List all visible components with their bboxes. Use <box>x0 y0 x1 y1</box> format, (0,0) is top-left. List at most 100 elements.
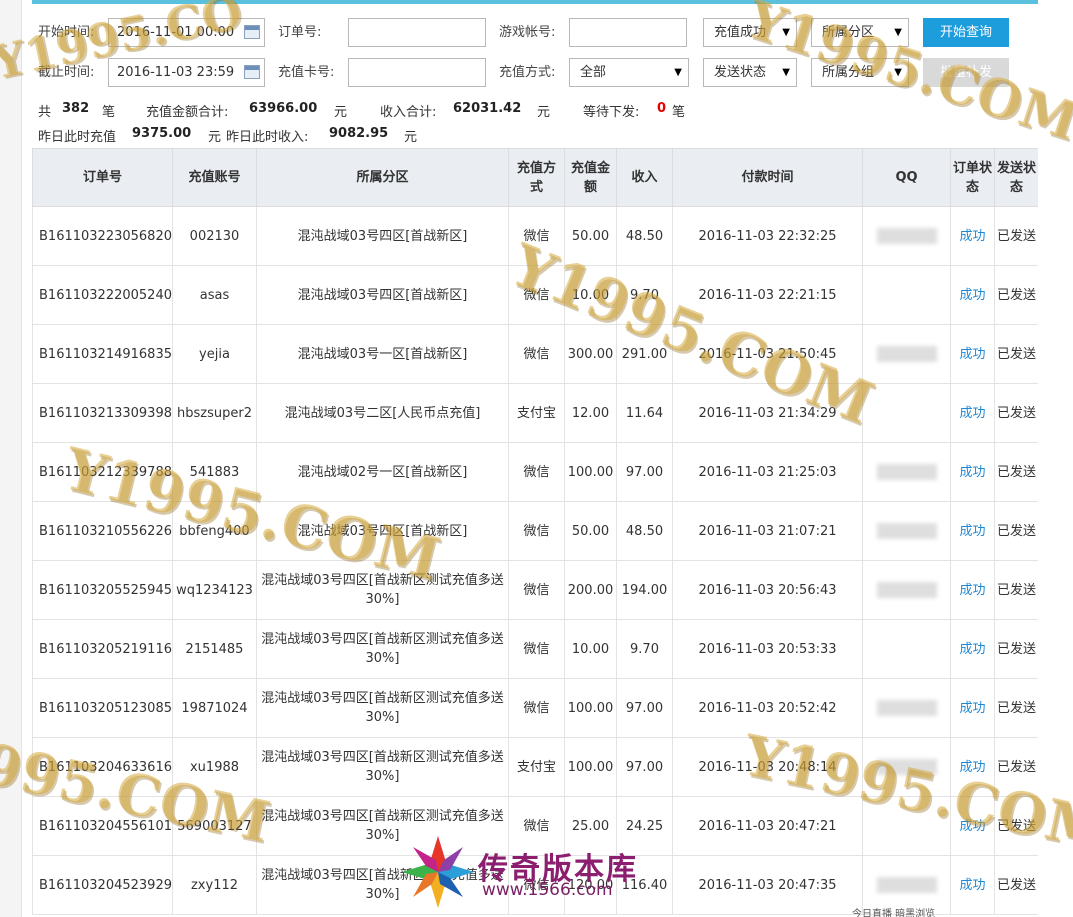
pay-time-cell: 2016-11-03 20:47:21 <box>672 796 863 856</box>
yuan-unit: 元 <box>537 105 551 120</box>
order-status-link[interactable]: 成功 <box>950 206 995 266</box>
redacted-qq <box>876 346 937 362</box>
order-status-link[interactable]: 成功 <box>950 383 995 443</box>
send-status-cell: 已发送 <box>994 442 1038 502</box>
income-cell: 291.00 <box>616 324 673 384</box>
table-row[interactable]: B161103213309398 hbszsuper2 混沌战域03号二区[人民币点… <box>32 383 1038 443</box>
income-total-value: 62031.42 <box>453 101 522 116</box>
recharge-status-select[interactable]: 充值成功 ▼ <box>703 18 797 47</box>
amount-cell: 100.00 <box>564 442 617 502</box>
calendar-icon[interactable] <box>244 25 260 39</box>
table-row[interactable]: B161103204633616 xu1988 混沌战域03号四区[首战新区测试充值… <box>32 737 1038 797</box>
amount-cell: 12.00 <box>564 383 617 443</box>
table-row[interactable]: B161103222005240 asas 混沌战域03号四区[首战新区] 微信 10.… <box>32 265 1038 325</box>
qq-cell <box>862 442 951 502</box>
recharge-card-input[interactable] <box>348 58 486 87</box>
account-cell: 002130 <box>172 206 257 266</box>
zone-cell: 混沌战域03号四区[首战新区测试充值多送30%] <box>256 560 509 620</box>
batch-resend-button[interactable]: 批量补发 <box>923 58 1009 87</box>
pay-method-label: 充值方式: <box>499 65 556 80</box>
redacted-qq <box>877 405 937 421</box>
start-time-input[interactable]: 2016-11-01 00:00 <box>108 18 265 47</box>
income-cell: 9.70 <box>616 619 673 679</box>
order-no-cell: B161103214916835 <box>32 324 173 384</box>
amount-cell: 100.00 <box>564 737 617 797</box>
order-status-link[interactable]: 成功 <box>950 324 995 384</box>
account-cell: wq1234123 <box>172 560 257 620</box>
income-cell: 11.64 <box>616 383 673 443</box>
redacted-qq <box>876 582 937 598</box>
pay-time-cell: 2016-11-03 21:07:21 <box>672 501 863 561</box>
end-time-input[interactable]: 2016-11-03 23:59 <box>108 58 265 87</box>
dropdown-arrow-icon: ▼ <box>782 67 790 78</box>
header-col-qq: QQ <box>862 148 951 207</box>
amount-cell: 50.00 <box>564 501 617 561</box>
pay-method-cell: 支付宝 <box>508 737 565 797</box>
table-row[interactable]: B161103205525945 wq1234123 混沌战域03号四区[首战新区测… <box>32 560 1038 620</box>
order-status-link[interactable]: 成功 <box>950 442 995 502</box>
header-col-pay-method: 充值方式 <box>508 148 565 207</box>
pay-time-cell: 2016-11-03 22:32:25 <box>672 206 863 266</box>
send-status-select[interactable]: 发送状态 ▼ <box>703 58 797 87</box>
income-cell: 48.50 <box>616 501 673 561</box>
pay-method-cell: 微信 <box>508 501 565 561</box>
send-status-cell: 已发送 <box>994 796 1038 856</box>
table-row[interactable]: B161103210556226 bbfeng400 混沌战域03号四区[首战新区]… <box>32 501 1038 561</box>
order-status-link[interactable]: 成功 <box>950 855 995 915</box>
order-status-link[interactable]: 成功 <box>950 560 995 620</box>
qq-cell <box>862 324 951 384</box>
bottom-tray: 今日直播 暗黑浏览 <box>852 909 936 917</box>
zone-cell: 混沌战域03号一区[首战新区] <box>256 324 509 384</box>
header-col-account: 充值账号 <box>172 148 257 207</box>
pending-suffix: 笔 <box>672 105 686 120</box>
pay-method-cell: 微信 <box>508 619 565 679</box>
order-no-cell: B161103222005240 <box>32 265 173 325</box>
recharge-card-label: 充值卡号: <box>278 65 335 80</box>
amount-cell: 10.00 <box>564 619 617 679</box>
zone-value: 所属分区 <box>822 25 875 40</box>
zone-select[interactable]: 所属分区 ▼ <box>811 18 909 47</box>
zone-cell: 混沌战域03号四区[首战新区测试充值多送30%] <box>256 619 509 679</box>
amount-cell: 10.00 <box>564 265 617 325</box>
order-status-link[interactable]: 成功 <box>950 501 995 561</box>
calendar-icon[interactable] <box>244 65 260 79</box>
send-status-cell: 已发送 <box>994 206 1038 266</box>
account-cell: xu1988 <box>172 737 257 797</box>
order-status-link[interactable]: 成功 <box>950 678 995 738</box>
table-row[interactable]: B161103205219116 2151485 混沌战域03号四区[首战新区测试充… <box>32 619 1038 679</box>
order-no-input[interactable] <box>348 18 486 47</box>
qq-cell <box>862 206 951 266</box>
game-account-label: 游戏帐号: <box>499 25 556 40</box>
order-status-link[interactable]: 成功 <box>950 796 995 856</box>
order-status-link[interactable]: 成功 <box>950 619 995 679</box>
pay-time-cell: 2016-11-03 20:53:33 <box>672 619 863 679</box>
table-row[interactable]: B161103223056820 002130 混沌战域03号四区[首战新区] 微信 5… <box>32 206 1038 266</box>
game-account-input[interactable] <box>569 18 687 47</box>
income-cell: 97.00 <box>616 678 673 738</box>
order-status-link[interactable]: 成功 <box>950 265 995 325</box>
table-row[interactable]: B161103205123085 19871024 混沌战域03号四区[首战新区测试… <box>32 678 1038 738</box>
redacted-qq <box>876 877 937 893</box>
group-select[interactable]: 所属分组 ▼ <box>811 58 909 87</box>
end-time-label: 截止时间: <box>38 65 95 80</box>
table-row[interactable]: B161103212339788 541883 混沌战域02号一区[首战新区] 微信 1… <box>32 442 1038 502</box>
header-col-send-status: 发送状态 <box>994 148 1038 207</box>
table-row[interactable]: B161103214916835 yejia 混沌战域03号一区[首战新区] 微信 30… <box>32 324 1038 384</box>
yuan-unit: 元 <box>334 105 348 120</box>
income-cell: 9.70 <box>616 265 673 325</box>
send-status-value: 发送状态 <box>714 65 767 80</box>
pay-time-cell: 2016-11-03 21:25:03 <box>672 442 863 502</box>
order-status-link[interactable]: 成功 <box>950 737 995 797</box>
pay-time-cell: 2016-11-03 20:48:14 <box>672 737 863 797</box>
dropdown-arrow-icon: ▼ <box>894 27 902 38</box>
send-status-cell: 已发送 <box>994 265 1038 325</box>
header-col-pay-time: 付款时间 <box>672 148 863 207</box>
redacted-qq <box>876 228 937 244</box>
table-header-row: 订单号 充值账号 所属分区 充值方式 充值金额 收入 付款时间 QQ 订单状态 发送状态 <box>32 148 1038 207</box>
search-button[interactable]: 开始查询 <box>923 18 1009 47</box>
pay-method-cell: 微信 <box>508 560 565 620</box>
income-cell: 97.00 <box>616 442 673 502</box>
pay-method-cell: 微信 <box>508 678 565 738</box>
pay-method-select[interactable]: 全部 ▼ <box>569 58 689 87</box>
zone-cell: 混沌战域03号四区[首战新区测试充值多送30%] <box>256 678 509 738</box>
